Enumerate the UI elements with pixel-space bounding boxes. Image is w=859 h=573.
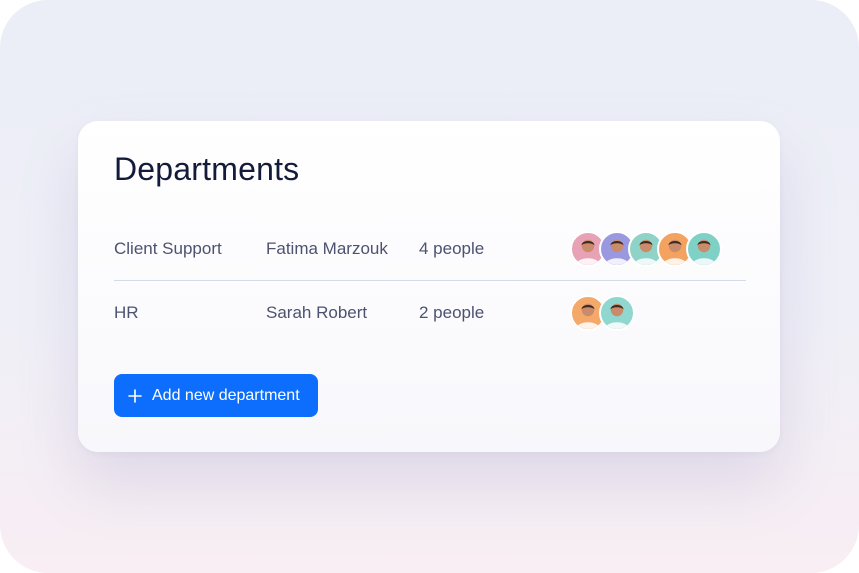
department-name: Client Support bbox=[114, 239, 222, 258]
background-frame: Departments Client Support Fatima Marzou… bbox=[0, 0, 859, 573]
add-department-label: Add new department bbox=[152, 386, 300, 404]
department-member-count: 2 people bbox=[419, 303, 485, 322]
department-lead: Sarah Robert bbox=[266, 303, 368, 322]
departments-card: Departments Client Support Fatima Marzou… bbox=[78, 121, 780, 452]
department-member-count: 4 people bbox=[419, 239, 485, 258]
department-row[interactable]: HR Sarah Robert 2 people bbox=[114, 293, 746, 333]
add-department-button[interactable]: Add new department bbox=[114, 374, 318, 417]
row-divider bbox=[114, 280, 746, 281]
card-title: Departments bbox=[114, 151, 300, 187]
department-name: HR bbox=[114, 303, 139, 322]
avatar-person-icon bbox=[599, 295, 635, 331]
department-lead: Fatima Marzouk bbox=[266, 239, 388, 258]
department-row[interactable]: Client Support Fatima Marzouk 4 people bbox=[114, 229, 746, 269]
avatar-person-icon bbox=[686, 231, 722, 267]
plus-icon bbox=[128, 388, 142, 403]
